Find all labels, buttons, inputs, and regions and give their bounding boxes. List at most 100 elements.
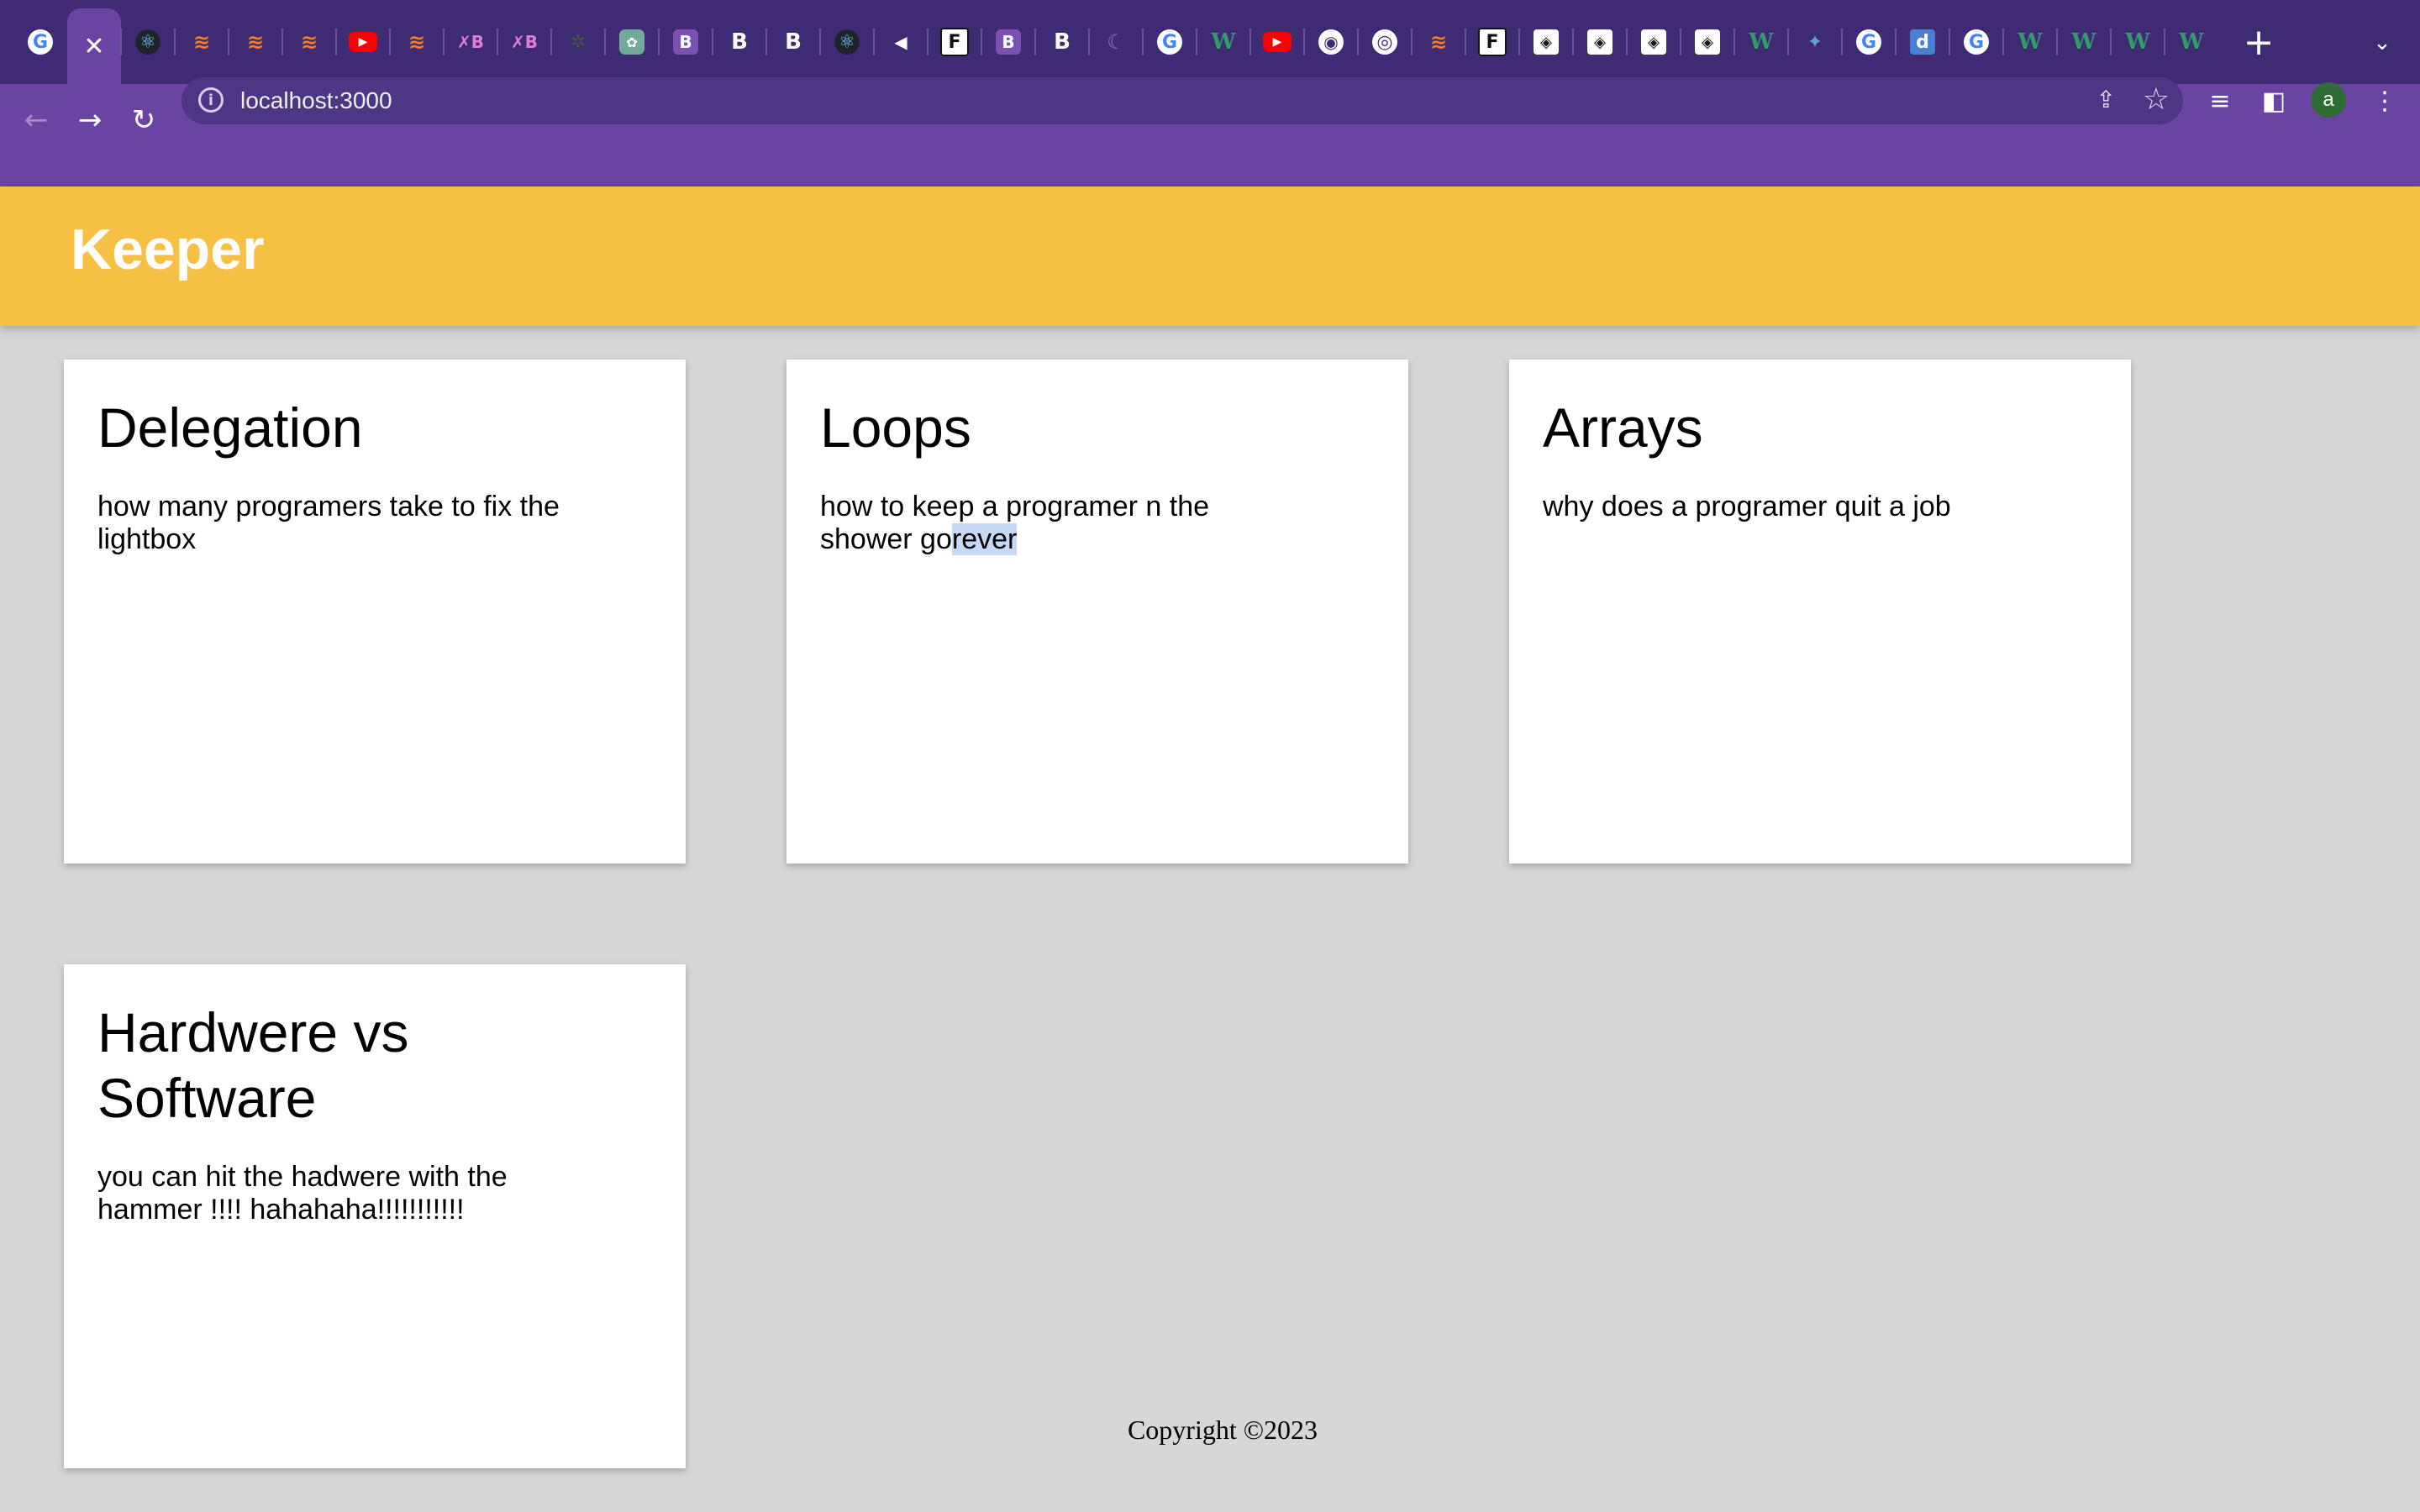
tab-separator xyxy=(1572,29,1574,55)
reload-icon[interactable]: ↻ xyxy=(123,99,165,141)
browser-tab[interactable]: W xyxy=(2111,10,2165,74)
browser-tab[interactable]: ✗B xyxy=(444,10,497,74)
tab-separator xyxy=(819,29,821,55)
figma-icon: F xyxy=(1478,28,1507,56)
browser-tab[interactable]: ▶ xyxy=(1250,10,1304,74)
tab-separator xyxy=(1249,29,1251,55)
tab-separator xyxy=(443,29,445,55)
side-panel-icon[interactable]: ◧ xyxy=(2252,79,2296,123)
browser-tab[interactable]: W xyxy=(2057,10,2111,74)
tab-separator xyxy=(2164,29,2165,55)
xb-icon: ✗B xyxy=(511,32,539,52)
google-icon: G xyxy=(28,29,53,55)
browser-tab[interactable]: ≋ xyxy=(282,10,336,74)
tab-separator xyxy=(1411,29,1413,55)
tab-separator xyxy=(389,29,391,55)
back-arrow-icon[interactable]: ← xyxy=(15,99,57,141)
browser-tab[interactable]: ◎ xyxy=(1358,10,1412,74)
stackoverflow-icon: ≋ xyxy=(246,30,265,54)
spark-icon: ✦ xyxy=(1807,31,1823,53)
tab-separator xyxy=(1142,29,1144,55)
browser-tab[interactable]: d xyxy=(1896,10,1949,74)
site-info-icon[interactable]: i xyxy=(198,87,224,113)
browser-tab[interactable]: ◀ xyxy=(874,10,928,74)
tab-separator xyxy=(1088,29,1090,55)
browser-tab[interactable]: ✿ xyxy=(605,10,659,74)
profile-avatar[interactable]: a xyxy=(2311,82,2346,118)
note-card: Delegation how many programers take to f… xyxy=(64,360,686,864)
moon-icon: ☾ xyxy=(1107,30,1125,54)
browser-tab[interactable]: ▶ xyxy=(336,10,390,74)
tab-search-chevron-icon[interactable]: ⌄ xyxy=(2361,22,2403,64)
tab-separator xyxy=(120,29,122,55)
browser-tab[interactable]: ✲ xyxy=(551,10,605,74)
browser-tab[interactable]: ◈ xyxy=(1681,10,1734,74)
browser-tab[interactable]: ≋ xyxy=(175,10,229,74)
tab-separator xyxy=(927,29,929,55)
tab-separator xyxy=(1518,29,1520,55)
tab-separator xyxy=(765,29,767,55)
address-bar[interactable]: i localhost:3000 ⇪ ☆ xyxy=(182,77,2183,124)
w3schools-icon: W xyxy=(2125,29,2150,55)
browser-tab[interactable]: W xyxy=(1734,10,1788,74)
browser-tab[interactable]: ≋ xyxy=(390,10,444,74)
media-controls-icon[interactable]: ≡ xyxy=(2198,79,2242,123)
browser-tab[interactable]: G xyxy=(1949,10,2003,74)
browser-tab[interactable]: ≋ xyxy=(229,10,282,74)
browser-tab[interactable]: ◉ xyxy=(1304,10,1358,74)
bootstrap-icon: B xyxy=(996,29,1021,55)
browser-tab[interactable]: B xyxy=(981,10,1035,74)
browser-tab[interactable]: ✕ xyxy=(67,8,121,84)
browser-tab[interactable]: ✗B xyxy=(497,10,551,74)
note-card: Hardwere vs Software you can hit the had… xyxy=(64,964,686,1468)
browser-tab[interactable]: G xyxy=(1143,10,1197,74)
stackoverflow-icon: ≋ xyxy=(300,30,318,54)
new-tab-button[interactable]: + xyxy=(2235,18,2282,66)
tab-separator xyxy=(1196,29,1197,55)
browser-tab[interactable]: ◈ xyxy=(1519,10,1573,74)
bookmark-star-icon[interactable]: ☆ xyxy=(2143,82,2170,117)
note-card: Loops how to keep a programer n the show… xyxy=(786,360,1408,864)
figma-icon: F xyxy=(940,28,969,56)
tab-separator xyxy=(2056,29,2058,55)
browser-tab[interactable]: W xyxy=(1197,10,1250,74)
tab-separator xyxy=(1787,29,1789,55)
browser-tab[interactable]: W xyxy=(2003,10,2057,74)
tab-separator xyxy=(228,29,229,55)
browser-tab[interactable]: ⚛ xyxy=(820,10,874,74)
browser-tab[interactable]: ◈ xyxy=(1627,10,1681,74)
tab-separator xyxy=(712,29,713,55)
globe-icon: ◉ xyxy=(1318,29,1344,55)
kebab-menu-icon[interactable]: ⋮ xyxy=(2363,79,2407,123)
close-icon[interactable]: ✕ xyxy=(83,32,104,61)
codepen-icon: ◈ xyxy=(1695,29,1720,55)
bootstrap-icon: B xyxy=(785,29,802,55)
codepen-icon: ◈ xyxy=(1587,29,1612,55)
google-icon: G xyxy=(1157,29,1182,55)
tab-separator xyxy=(1034,29,1036,55)
forward-arrow-icon[interactable]: → xyxy=(69,99,111,141)
browser-tab[interactable]: ◈ xyxy=(1573,10,1627,74)
browser-tab[interactable]: ⚛ xyxy=(121,10,175,74)
browser-tab[interactable]: B xyxy=(659,10,713,74)
google-icon: G xyxy=(1964,29,1989,55)
share-icon[interactable]: ⇪ xyxy=(2096,86,2116,113)
browser-tab[interactable]: W xyxy=(2165,10,2218,74)
browser-tab[interactable]: F xyxy=(928,10,981,74)
browser-tab[interactable]: ☾ xyxy=(1089,10,1143,74)
react-icon: ⚛ xyxy=(135,29,160,55)
browser-tab[interactable]: F xyxy=(1465,10,1519,74)
app-header: Keeper xyxy=(0,186,2420,326)
browser-tab[interactable]: B xyxy=(1035,10,1089,74)
browser-tab[interactable]: ≋ xyxy=(1412,10,1465,74)
browser-tab[interactable]: ✦ xyxy=(1788,10,1842,74)
codepen-icon: ◈ xyxy=(1641,29,1666,55)
browser-tab[interactable]: B xyxy=(766,10,820,74)
w3schools-icon: W xyxy=(2071,29,2096,55)
note-content: why does a programer quit a job xyxy=(1543,491,1951,522)
browser-tab[interactable]: G xyxy=(1842,10,1896,74)
browser-tab[interactable]: B xyxy=(713,10,766,74)
address-bar-url[interactable]: localhost:3000 xyxy=(240,84,392,118)
browser-tab[interactable]: G xyxy=(13,10,67,74)
tab-separator xyxy=(1895,29,1897,55)
